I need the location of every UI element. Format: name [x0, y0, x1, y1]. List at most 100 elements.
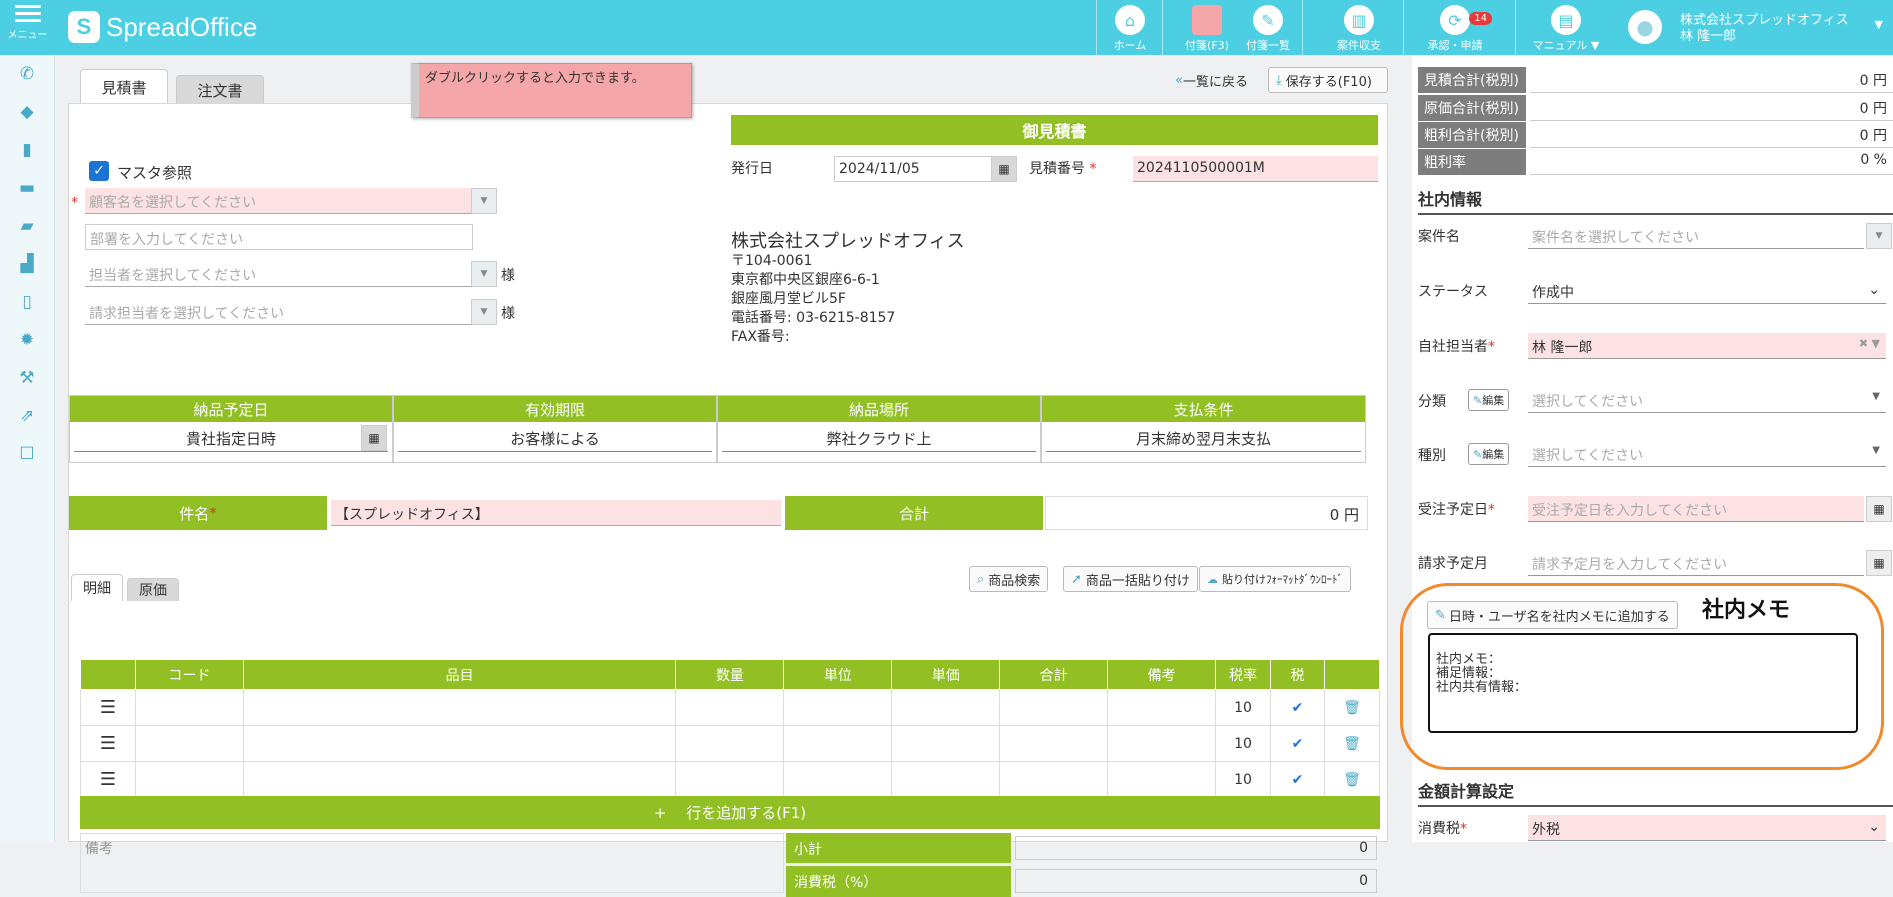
drag-handle-icon[interactable]: ☰: [80, 725, 136, 762]
nav-project-balance[interactable]: ▥ 案件収支: [1326, 0, 1392, 55]
tax-select[interactable]: 外税 ⌄: [1528, 815, 1886, 841]
estimate-number-input[interactable]: 2024110500001M: [1133, 156, 1378, 182]
wrench-icon[interactable]: ⚒: [0, 359, 54, 397]
drag-handle-icon[interactable]: ☰: [80, 689, 136, 726]
items-table: コード 品目 数量 単位 単価 合計 備考 税率 税 ☰ 10 ✔ 🗑 ☰ 10 ✔ 🗑 ☰…: [80, 659, 1381, 798]
customer-select[interactable]: 顧客名を選択してください: [85, 188, 473, 214]
condition-validity: 有効期限 お客様による: [393, 395, 717, 463]
type-edit-button[interactable]: ✎編集: [1468, 443, 1510, 465]
condition-delivery-place: 納品場所 弊社クラウド上: [717, 395, 1041, 463]
type-select[interactable]: 選択してください ▼: [1528, 441, 1886, 467]
category-edit-button[interactable]: ✎編集: [1468, 389, 1510, 411]
add-timestamp-button[interactable]: ✎ 日時・ユーザ名を社内メモに追加する: [1427, 601, 1678, 629]
cloud-download-icon: ☁: [1207, 572, 1218, 586]
table-row: ☰ 10 ✔ 🗑: [80, 689, 1381, 726]
drag-handle-icon[interactable]: ☰: [80, 761, 136, 798]
trash-icon[interactable]: 🗑: [1323, 725, 1381, 762]
summary-row: 粗利合計(税別) 0 円: [1418, 122, 1893, 148]
summary-row: 見積合計(税別) 0 円: [1418, 67, 1893, 93]
menu-button[interactable]: メニュー: [0, 0, 55, 55]
bulk-paste-button[interactable]: ➚ 商品一括貼り付け: [1063, 566, 1198, 592]
trash-icon[interactable]: 🗑: [1323, 761, 1381, 798]
contact-select[interactable]: 担当者を選択してください: [85, 261, 473, 287]
project-dropdown-icon[interactable]: ▼: [1866, 223, 1892, 249]
tab-order[interactable]: 注文書: [176, 75, 264, 104]
save-button[interactable]: ⤓ 保存する(F10): [1268, 67, 1388, 93]
issue-date-label: 発行日: [731, 161, 773, 177]
honorific-label-2: 様: [501, 306, 515, 322]
table-row: ☰ 10 ✔ 🗑: [80, 725, 1381, 762]
checkbox-icon[interactable]: ☐: [0, 435, 54, 473]
phone-icon[interactable]: ✆: [0, 55, 54, 93]
staff-select[interactable]: 林 隆一郎 ✖ ▼: [1528, 333, 1886, 359]
summary-row: 粗利率 0 %: [1418, 149, 1893, 175]
check-icon[interactable]: ✔: [1269, 689, 1325, 726]
nav-approval[interactable]: ⟳ 承認・申請 14: [1420, 0, 1492, 55]
folder-icon[interactable]: ▰: [0, 207, 54, 245]
gear-icon[interactable]: ✹: [0, 321, 54, 359]
tab-detail[interactable]: 明細: [71, 574, 123, 601]
calendar-icon[interactable]: ▦: [991, 156, 1017, 182]
brand-name: SpreadOffice: [106, 11, 258, 42]
user-menu[interactable]: ● 株式会社スプレッドオフィス 林 隆一郎 ▼: [1622, 0, 1893, 55]
master-ref-checkbox[interactable]: ✓: [89, 161, 109, 181]
stats-icon[interactable]: ▟: [0, 245, 54, 283]
billing-contact-select[interactable]: 請求担当者を選択してください: [85, 299, 473, 325]
sticky-note-icon: [1192, 5, 1222, 35]
chart-icon: ▥: [1344, 5, 1374, 35]
tax-label: 消費税*: [1418, 821, 1467, 837]
tab-estimate[interactable]: 見積書: [80, 69, 168, 104]
check-icon[interactable]: ✔: [1269, 761, 1325, 798]
total-value: 0 円: [1045, 496, 1368, 530]
memo-textarea[interactable]: 社内メモ： 補足情報： 社内共有情報：: [1428, 633, 1858, 733]
delivery-calendar-icon[interactable]: ▦: [361, 425, 387, 451]
department-input[interactable]: 部署を入力してください: [85, 224, 473, 250]
table-row: ☰ 10 ✔ 🗑: [80, 761, 1381, 798]
category-label: 分類: [1418, 394, 1446, 410]
status-label: ステータス: [1418, 284, 1488, 300]
status-select[interactable]: 作成中 ⌄: [1528, 278, 1886, 304]
nav-sticky-list[interactable]: ✎ 付箋一覧: [1238, 0, 1298, 55]
tag-icon[interactable]: ◆: [0, 93, 54, 131]
billing-dropdown-icon[interactable]: ▼: [471, 299, 497, 325]
external-link-icon[interactable]: ⇗: [0, 397, 54, 435]
billing-month-input[interactable]: 請求予定月を入力してください: [1528, 550, 1864, 576]
download-icon: ⤓: [1276, 72, 1282, 88]
nav-manual[interactable]: ▤ マニュアル ▼: [1525, 0, 1607, 55]
subject-input[interactable]: 【スプレッドオフィス】: [331, 500, 781, 526]
contact-dropdown-icon[interactable]: ▼: [471, 261, 497, 287]
project-label: 案件名: [1418, 229, 1460, 245]
check-icon[interactable]: ✔: [1269, 725, 1325, 762]
document-title: 御見積書: [731, 115, 1378, 145]
product-search-button[interactable]: ⌕ 商品検索: [969, 566, 1049, 592]
customer-dropdown-icon[interactable]: ▼: [471, 188, 497, 214]
bar-chart-icon[interactable]: ▮: [0, 131, 54, 169]
calendar-icon[interactable]: ▦: [1866, 550, 1892, 576]
file-icon[interactable]: ▯: [0, 283, 54, 321]
top-bar: メニュー S SpreadOffice ⌂ ホーム 付箋(F3) ✎ 付箋一覧 ▥ 案…: [0, 0, 1893, 55]
estimate-number-label: 見積番号 *: [1029, 161, 1097, 177]
required-mark: *: [71, 195, 78, 211]
avatar-icon: ●: [1628, 10, 1662, 44]
remarks-textarea[interactable]: 備考: [80, 833, 784, 893]
chevron-down-icon: ▼: [1874, 18, 1883, 31]
category-select[interactable]: 選択してください ▼: [1528, 387, 1886, 413]
calendar-icon[interactable]: ▦: [1866, 496, 1892, 522]
menu-label: メニュー: [7, 30, 48, 41]
add-row-button[interactable]: + 行を追加する(F1): [80, 796, 1380, 829]
order-date-input[interactable]: 受注予定日を入力してください: [1528, 496, 1864, 522]
tab-cost[interactable]: 原価: [127, 578, 179, 601]
app-logo[interactable]: S SpreadOffice: [68, 10, 257, 44]
issue-date-input[interactable]: 2024/11/05: [834, 156, 992, 182]
pencil-icon: ✎: [1435, 607, 1446, 623]
card-icon[interactable]: ▬: [0, 169, 54, 207]
honorific-label: 様: [501, 268, 515, 284]
nav-home[interactable]: ⌂ ホーム: [1098, 0, 1162, 55]
format-download-button[interactable]: ☁ 貼り付けﾌｫｰﾏｯﾄﾀﾞｳﾝﾛｰﾄﾞ: [1199, 566, 1351, 592]
back-to-list-link[interactable]: «一覧に戻る: [1168, 67, 1255, 93]
nav-sticky-f3[interactable]: 付箋(F3): [1180, 0, 1234, 55]
double-chevron-left-icon: «: [1175, 72, 1183, 88]
project-select[interactable]: 案件名を選択してください: [1528, 223, 1864, 249]
trash-icon[interactable]: 🗑: [1323, 689, 1381, 726]
sticky-note[interactable]: ダブルクリックすると入力できます。: [411, 63, 692, 118]
